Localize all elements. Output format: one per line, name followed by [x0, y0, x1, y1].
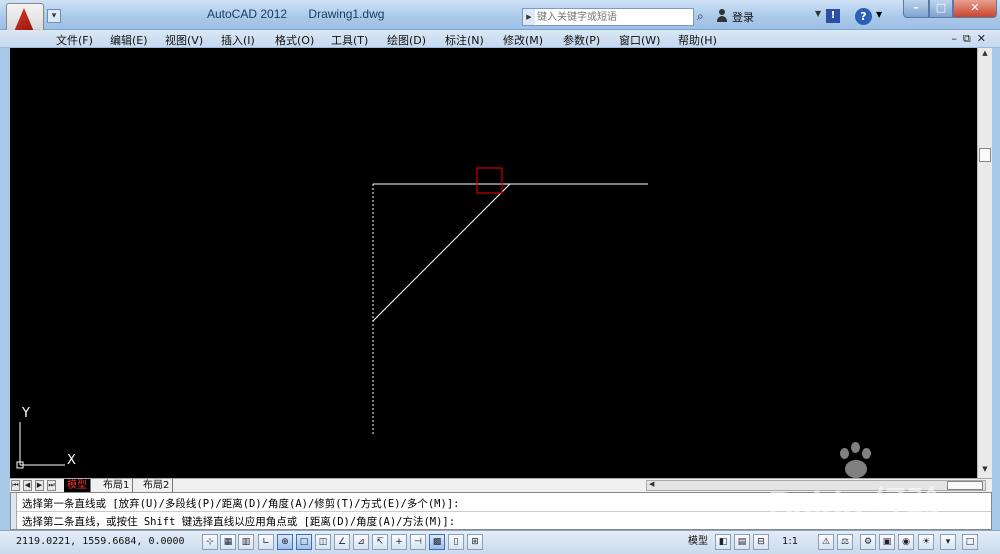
infocenter-search[interactable]: ▶ [522, 8, 694, 26]
selection-cycling-icon[interactable]: ⊣ [410, 534, 426, 550]
pickbox-cursor [476, 167, 503, 194]
ortho-icon[interactable]: ▥ [238, 534, 254, 550]
menu-modify[interactable]: 修改(M) [503, 32, 543, 48]
coordinate-readout[interactable]: 2119.0221, 1559.6684, 0.0000 [16, 536, 185, 547]
hardware-acceleration-icon[interactable]: ◉ [898, 534, 914, 550]
workspace-gear-icon[interactable]: ⚙ [860, 534, 876, 550]
ucs-y-label: Y [21, 406, 30, 421]
document-window-controls[interactable]: –⧉✕ [951, 32, 992, 46]
divider [17, 511, 991, 512]
menu-help[interactable]: 帮助(H) [678, 32, 717, 48]
window-frame-left [0, 48, 10, 554]
menu-bar: 文件(F) 编辑(E) 视图(V) 插入(I) 格式(O) 工具(T) 绘图(D… [0, 30, 1000, 48]
tab-model[interactable]: 模型 [64, 479, 91, 492]
annotation-monitor-icon[interactable]: ▩ [429, 534, 445, 550]
scroll-up-icon[interactable]: ▲ [979, 49, 991, 61]
annotation-scale[interactable]: 1:1 [782, 536, 798, 547]
last-tab-icon[interactable]: ⏭ [47, 480, 56, 491]
lineweight-icon[interactable]: ⊿ [353, 534, 369, 550]
first-tab-icon[interactable]: ⏮ [11, 480, 20, 491]
quick-properties-icon[interactable]: + [391, 534, 407, 550]
drawing-area[interactable]: Y X [10, 48, 977, 478]
menu-format[interactable]: 格式(O) [275, 32, 314, 48]
model-space-button[interactable]: 模型 [688, 534, 708, 550]
menu-dimension[interactable]: 标注(N) [445, 32, 484, 48]
quick-access-toolbar-dropdown[interactable]: ▾ [47, 9, 61, 23]
window-frame-right [992, 48, 1000, 554]
menu-parametric[interactable]: 参数(P) [563, 32, 600, 48]
scroll-left-icon[interactable]: ◀ [649, 480, 654, 488]
chevron-down-icon[interactable]: ▼ [815, 9, 821, 18]
diagonal-line[interactable] [372, 183, 511, 322]
chevron-down-icon[interactable]: ▼ [876, 10, 882, 19]
menu-draw[interactable]: 绘图(D) [387, 32, 426, 48]
maximize-button[interactable]: □ [929, 0, 953, 18]
close-button[interactable]: ✕ [953, 0, 997, 18]
prev-tab-icon[interactable]: ◀ [23, 480, 32, 491]
search-input[interactable] [537, 9, 691, 25]
lock-icon[interactable]: ▣ [879, 534, 895, 550]
horizontal-scrollbar[interactable]: ◀ [646, 480, 986, 491]
drawing-svg: Y X [16, 167, 648, 469]
command-history-line: 选择第一条直线或 [放弃(U)/多段线(P)/距离(D)/角度(A)/修剪(T)… [22, 498, 460, 510]
menu-tools[interactable]: 工具(T) [331, 32, 368, 48]
quick-view-drawings-icon[interactable]: ▤ [734, 534, 750, 550]
exchange-icon[interactable]: ! [826, 9, 840, 23]
layout-tabs-bar: ⏮ ◀ ▶ ⏭ 模型 布局1 布局2 ◀ [10, 478, 992, 492]
status-bar: 2119.0221, 1559.6684, 0.0000 ⊹ ▦ ▥ ∟ ⊕ □… [0, 530, 1000, 554]
auto-scale-icon[interactable]: ⚖ [837, 534, 853, 550]
tab-layout1[interactable]: 布局1 [100, 479, 134, 492]
vertical-scrollbar[interactable]: ▲ ▼ [977, 48, 992, 478]
transparency-icon[interactable]: ↸ [372, 534, 388, 550]
window-title: AutoCAD 2012 Drawing1.dwg [207, 7, 384, 21]
document-name: Drawing1.dwg [308, 7, 385, 21]
scrollbar-thumb[interactable] [979, 148, 991, 162]
title-bar: ▼ ▾ AutoCAD 2012 Drawing1.dwg ▶ ⌕ 登录 ▼ !… [0, 0, 1000, 41]
isolate-objects-icon[interactable]: ☀ [918, 534, 934, 550]
otrack-icon[interactable]: □ [296, 534, 312, 550]
clean-screen-icon[interactable]: ⊞ [467, 534, 483, 550]
ucs-x-label: X [67, 453, 76, 468]
app-name: AutoCAD 2012 [207, 7, 288, 21]
dyn-icon[interactable]: ∠ [334, 534, 350, 550]
zoom-icon[interactable]: ⊟ [753, 534, 769, 550]
help-icon[interactable]: ? [855, 8, 872, 25]
menu-window[interactable]: 窗口(W) [619, 32, 660, 48]
status-bar-menu-icon[interactable]: ▾ [940, 534, 956, 550]
clean-screen-toggle-icon[interactable]: □ [962, 534, 978, 550]
layout-icon[interactable]: ▯ [448, 534, 464, 550]
scroll-down-icon[interactable]: ▼ [979, 465, 991, 477]
osnap-icon[interactable]: ⊕ [277, 534, 293, 550]
grid-icon[interactable]: ▦ [220, 534, 236, 550]
command-prompt[interactable]: 选择第二条直线，或按住 Shift 键选择直线以应用角点或 [距离(D)/角度(… [22, 514, 455, 529]
binoculars-search-icon[interactable]: ⌕ [697, 9, 704, 24]
command-line[interactable]: 选择第一条直线或 [放弃(U)/多段线(P)/距离(D)/角度(A)/修剪(T)… [10, 492, 992, 530]
login-button[interactable]: 登录 [732, 9, 754, 25]
minimize-button[interactable]: – [903, 0, 929, 18]
annotation-visibility-icon[interactable]: ⚠ [818, 534, 834, 550]
menu-view[interactable]: 视图(V) [165, 32, 203, 48]
snap-icon[interactable]: ⊹ [202, 534, 218, 550]
ducs-icon[interactable]: ◫ [315, 534, 331, 550]
scrollbar-thumb[interactable] [947, 481, 983, 490]
tab-layout2[interactable]: 布局2 [140, 479, 174, 492]
polar-icon[interactable]: ∟ [258, 534, 274, 550]
user-icon[interactable] [716, 9, 728, 23]
next-tab-icon[interactable]: ▶ [35, 480, 44, 491]
search-dropdown-icon[interactable]: ▶ [523, 9, 535, 25]
menu-file[interactable]: 文件(F) [56, 32, 93, 48]
menu-insert[interactable]: 插入(I) [221, 32, 255, 48]
menu-edit[interactable]: 编辑(E) [110, 32, 148, 48]
quick-view-layouts-icon[interactable]: ◧ [715, 534, 731, 550]
